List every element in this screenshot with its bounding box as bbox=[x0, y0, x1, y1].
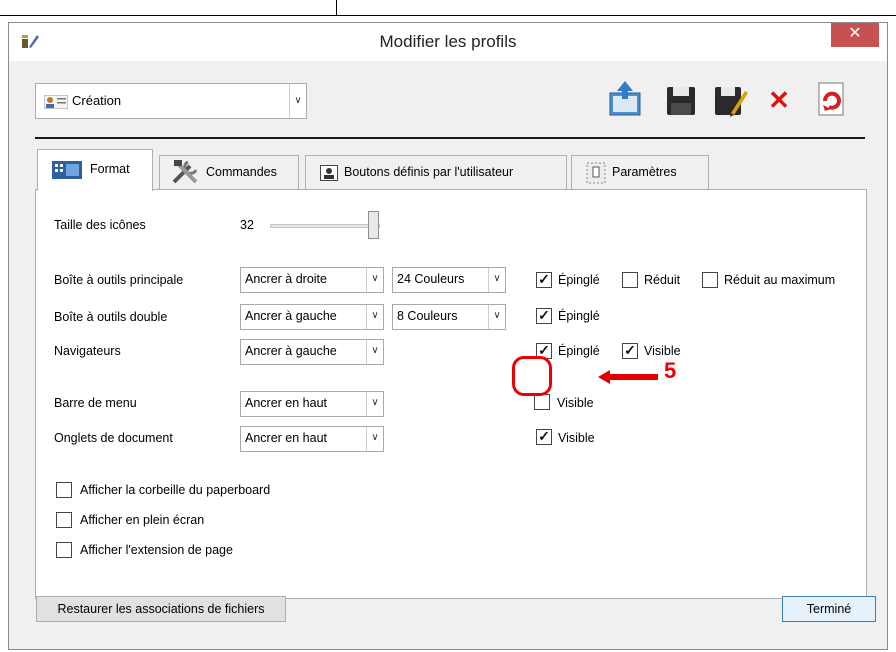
annotation-arrow-icon bbox=[598, 370, 658, 384]
option-page-extension-label: Afficher l'extension de page bbox=[80, 543, 233, 557]
delete-icon[interactable]: ✕ bbox=[761, 79, 797, 119]
menu-bar-visible-label: Visible bbox=[557, 396, 594, 410]
navigators-label: Navigateurs bbox=[54, 344, 121, 358]
icon-size-slider-track[interactable] bbox=[270, 224, 380, 228]
document-tabs-dock-select[interactable]: Ancrer en haut ∨ bbox=[240, 426, 384, 452]
done-button[interactable]: Terminé bbox=[782, 596, 876, 622]
export-profile-icon[interactable] bbox=[607, 79, 643, 119]
tools-icon bbox=[172, 160, 198, 184]
chevron-down-icon[interactable]: ∨ bbox=[366, 427, 383, 451]
main-toolbox-colors-value: 24 Couleurs bbox=[397, 272, 465, 286]
option-page-extension-checkbox[interactable] bbox=[56, 542, 72, 558]
main-toolbox-label: Boîte à outils principale bbox=[54, 273, 184, 287]
document-tabs-visible-label: Visible bbox=[558, 431, 595, 445]
tab-commands-label: Commandes bbox=[206, 165, 277, 179]
title-bar: Modifier les profils ✕ bbox=[9, 23, 887, 61]
chevron-down-icon[interactable]: ∨ bbox=[488, 305, 505, 329]
icon-size-slider-thumb[interactable] bbox=[368, 211, 379, 239]
header-separator bbox=[35, 137, 865, 139]
chevron-down-icon[interactable]: ∨ bbox=[366, 340, 383, 364]
main-toolbox-pinned-label: Épinglé bbox=[558, 273, 600, 287]
restore-associations-button[interactable]: Restaurer les associations de fichiers bbox=[36, 596, 286, 622]
profile-select-value: Création bbox=[72, 93, 122, 108]
window-title: Modifier les profils bbox=[379, 32, 517, 51]
double-toolbox-colors-value: 8 Couleurs bbox=[397, 309, 458, 323]
document-tabs-dock-value: Ancrer en haut bbox=[245, 431, 327, 445]
profile-select[interactable]: Création ∨ bbox=[35, 83, 307, 119]
double-toolbox-label: Boîte à outils double bbox=[54, 310, 168, 324]
option-fullscreen-checkbox[interactable] bbox=[56, 512, 72, 528]
tab-settings[interactable]: Paramètres bbox=[571, 155, 709, 189]
double-toolbox-dock-value: Ancrer à gauche bbox=[245, 309, 337, 323]
settings-tab-icon bbox=[586, 162, 606, 184]
save-as-icon[interactable] bbox=[713, 79, 749, 119]
chevron-down-icon[interactable]: ∨ bbox=[366, 268, 383, 292]
tab-settings-label: Paramètres bbox=[612, 165, 677, 179]
user-button-icon bbox=[320, 165, 338, 181]
main-toolbox-max-reduced-checkbox[interactable] bbox=[702, 272, 718, 288]
option-fullscreen-label: Afficher en plein écran bbox=[80, 513, 205, 527]
main-toolbox-max-reduced-label: Réduit au maximum bbox=[724, 273, 836, 287]
strip-divider bbox=[336, 0, 337, 16]
navigators-pinned-label: Épinglé bbox=[558, 344, 600, 358]
double-toolbox-dock-select[interactable]: Ancrer à gauche ∨ bbox=[240, 304, 384, 330]
refresh-icon[interactable] bbox=[813, 79, 849, 119]
top-strip bbox=[0, 0, 896, 16]
navigators-visible-checkbox[interactable] bbox=[622, 343, 638, 359]
icon-size-value: 32 bbox=[240, 218, 254, 232]
chevron-down-icon[interactable]: ∨ bbox=[488, 268, 505, 292]
close-button[interactable]: ✕ bbox=[831, 23, 879, 47]
double-toolbox-pinned-checkbox[interactable] bbox=[536, 308, 552, 324]
menu-bar-visible-checkbox[interactable] bbox=[534, 394, 550, 410]
menu-bar-dock-value: Ancrer en haut bbox=[245, 396, 327, 410]
main-toolbox-dock-select[interactable]: Ancrer à droite ∨ bbox=[240, 267, 384, 293]
navigators-dock-value: Ancrer à gauche bbox=[245, 344, 337, 358]
option-clipboard-checkbox[interactable] bbox=[56, 482, 72, 498]
document-tabs-label: Onglets de document bbox=[54, 431, 173, 445]
menu-bar-label: Barre de menu bbox=[54, 396, 137, 410]
chevron-down-icon[interactable]: ∨ bbox=[366, 392, 383, 416]
double-toolbox-colors-select[interactable]: 8 Couleurs ∨ bbox=[392, 304, 506, 330]
tab-user-buttons-label: Boutons définis par l'utilisateur bbox=[344, 165, 514, 179]
tab-format-label: Format bbox=[90, 162, 130, 176]
annotation-number: 5 bbox=[664, 358, 677, 383]
document-tabs-visible-checkbox[interactable] bbox=[536, 429, 552, 445]
format-panel bbox=[35, 189, 867, 599]
tab-format[interactable]: Format bbox=[37, 149, 153, 191]
profile-icon bbox=[44, 95, 68, 109]
main-toolbox-reduced-checkbox[interactable] bbox=[622, 272, 638, 288]
main-toolbox-dock-value: Ancrer à droite bbox=[245, 272, 327, 286]
option-clipboard-label: Afficher la corbeille du paperboard bbox=[80, 483, 271, 497]
tab-commands[interactable]: Commandes bbox=[159, 155, 299, 189]
tab-user-buttons[interactable]: Boutons définis par l'utilisateur bbox=[305, 155, 567, 189]
main-toolbox-reduced-label: Réduit bbox=[644, 273, 681, 287]
chevron-down-icon[interactable]: ∨ bbox=[366, 305, 383, 329]
main-toolbox-colors-select[interactable]: 24 Couleurs ∨ bbox=[392, 267, 506, 293]
navigators-visible-label: Visible bbox=[644, 344, 681, 358]
navigators-dock-select[interactable]: Ancrer à gauche ∨ bbox=[240, 339, 384, 365]
menu-bar-dock-select[interactable]: Ancrer en haut ∨ bbox=[240, 391, 384, 417]
highlight-circle bbox=[512, 356, 552, 396]
double-toolbox-pinned-label: Épinglé bbox=[558, 309, 600, 323]
chevron-down-icon[interactable]: ∨ bbox=[289, 84, 306, 118]
icon-size-label: Taille des icônes bbox=[54, 218, 146, 232]
main-toolbox-pinned-checkbox[interactable] bbox=[536, 272, 552, 288]
save-icon[interactable] bbox=[663, 79, 699, 119]
format-tab-icon bbox=[52, 161, 82, 179]
